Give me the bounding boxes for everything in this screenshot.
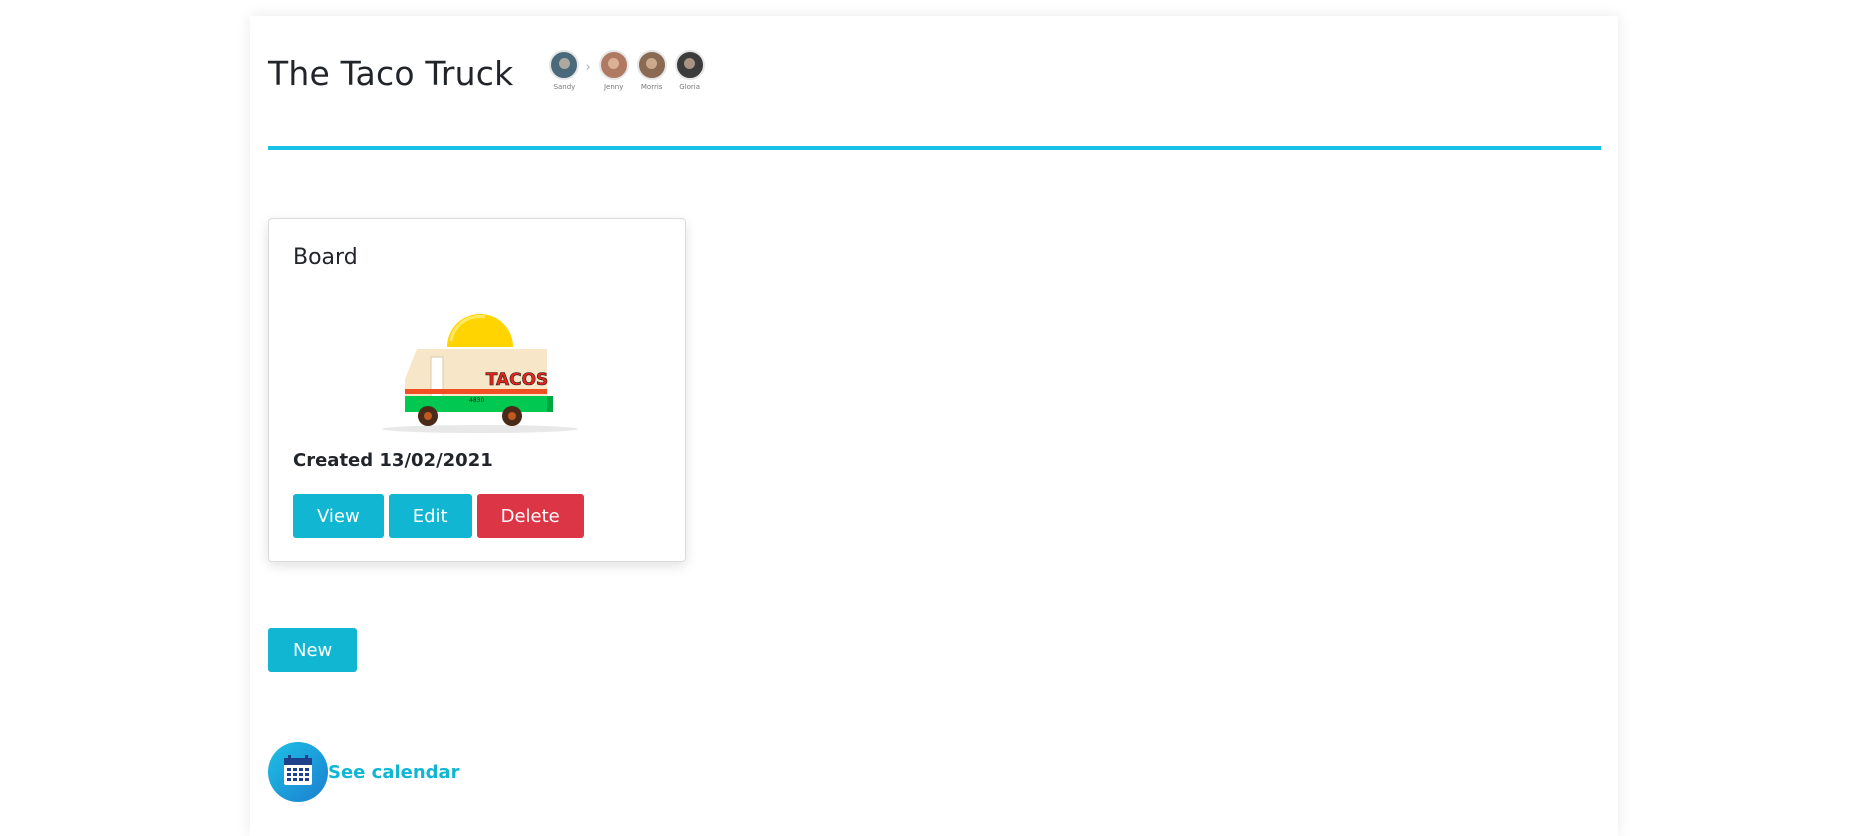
avatar [549, 50, 580, 80]
created-date: Created 13/02/2021 [293, 450, 493, 471]
taco-truck-image: TACOS 4830 [365, 301, 595, 437]
edit-button[interactable]: Edit [388, 494, 472, 538]
member-avatar[interactable]: Gloria [673, 50, 707, 91]
avatar [674, 50, 705, 80]
member-name: Sandy [553, 83, 576, 91]
board-card-actions: View Edit Delete [293, 494, 589, 538]
board-card: Board TACOS 4830 Created 13/02/2021 View… [268, 218, 686, 562]
member-name: Gloria [679, 83, 701, 91]
see-calendar-link[interactable]: See calendar [328, 762, 460, 783]
member-avatar[interactable]: Morris [635, 50, 669, 91]
chevron-right-icon: › [585, 60, 591, 75]
page-title: The Taco Truck [268, 54, 514, 93]
page-container: The Taco Truck Sandy › Jenny Morris Glor… [250, 16, 1618, 836]
board-title: Board [293, 245, 358, 270]
truck-sign-text: TACOS [486, 370, 549, 390]
header: The Taco Truck Sandy › Jenny Morris Glor… [268, 50, 711, 110]
member-name: Jenny [603, 83, 624, 91]
avatar [598, 50, 629, 80]
member-avatar[interactable]: Jenny [597, 50, 631, 91]
delete-button[interactable]: Delete [476, 494, 584, 538]
truck-plate-text: 4830 [469, 397, 484, 404]
calendar-icon[interactable] [268, 742, 328, 802]
view-button[interactable]: View [293, 494, 384, 538]
calendar-link-row: See calendar [268, 742, 460, 802]
member-name: Morris [640, 83, 663, 91]
avatar [636, 50, 667, 80]
header-divider [268, 146, 1601, 150]
member-avatars: Sandy › Jenny Morris Gloria [547, 50, 710, 91]
member-avatar[interactable]: Sandy [547, 50, 581, 91]
new-board-button[interactable]: New [268, 628, 358, 672]
